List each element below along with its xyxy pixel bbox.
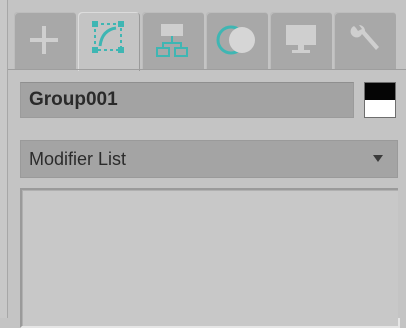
motion-icon bbox=[216, 25, 255, 55]
command-panel-tabs bbox=[8, 12, 406, 71]
tab-motion[interactable] bbox=[206, 12, 268, 70]
modifier-list-label: Modifier List bbox=[29, 148, 127, 169]
tab-separator bbox=[8, 69, 406, 70]
object-color-swatch-top bbox=[365, 83, 395, 100]
object-name-field[interactable]: Group001 bbox=[20, 82, 354, 118]
wrench-icon bbox=[350, 25, 379, 50]
tab-utilities[interactable] bbox=[334, 12, 396, 70]
create-icon bbox=[30, 26, 58, 54]
tab-modify[interactable] bbox=[78, 12, 140, 71]
object-name-text: Group001 bbox=[29, 89, 118, 110]
modifier-list-dropdown[interactable]: Modifier List bbox=[20, 140, 398, 178]
chevron-down-icon bbox=[373, 155, 383, 162]
modifier-stack-list[interactable] bbox=[20, 188, 400, 328]
hierarchy-icon bbox=[156, 24, 188, 57]
tab-hierarchy[interactable] bbox=[142, 12, 204, 70]
panel-right-edge bbox=[398, 70, 406, 318]
tab-display[interactable] bbox=[270, 12, 332, 70]
tab-create[interactable] bbox=[14, 12, 76, 70]
modify-icon bbox=[92, 21, 124, 53]
object-color-swatch[interactable] bbox=[364, 82, 396, 118]
display-icon bbox=[286, 25, 316, 53]
modifier-stack-inner bbox=[22, 190, 398, 326]
command-panel: Group001 Modifier List bbox=[0, 0, 406, 328]
